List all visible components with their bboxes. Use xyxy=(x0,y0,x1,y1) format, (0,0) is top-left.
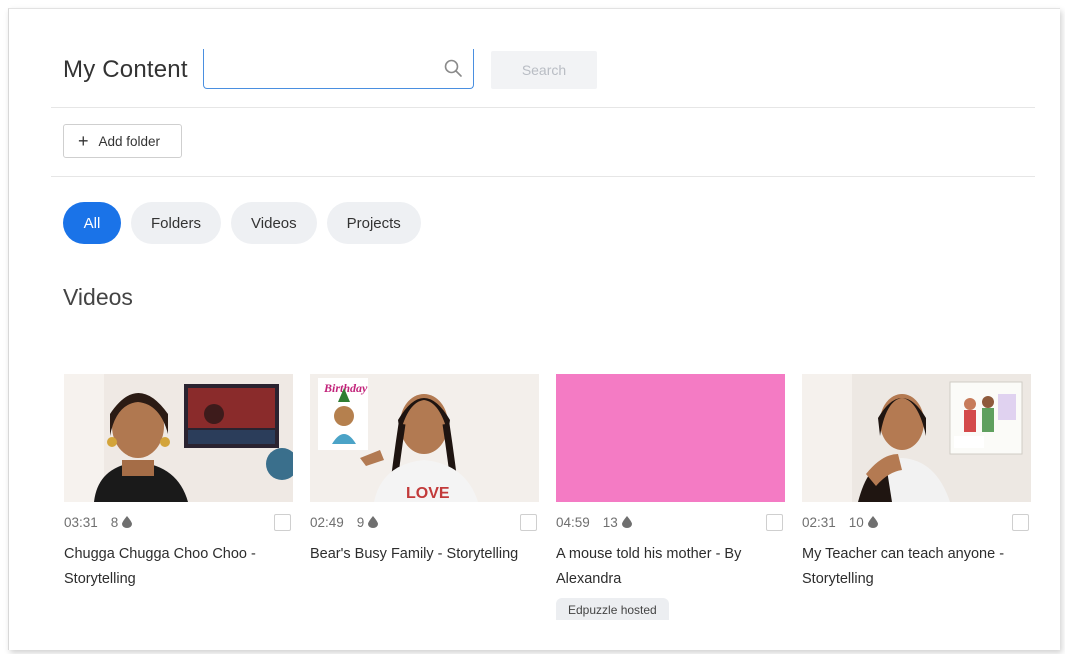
search-button[interactable]: Search xyxy=(491,51,597,89)
video-thumbnail[interactable] xyxy=(556,374,785,502)
question-drop-icon xyxy=(867,516,878,528)
video-title[interactable]: Bear's Busy Family - Storytelling xyxy=(310,542,539,567)
thumbnail-image-storyteller xyxy=(802,374,1031,502)
video-card[interactable]: 04:59 13 A mouse told his mother - By Al… xyxy=(556,374,785,620)
thumbnail-image-storyteller: Birthday LOVE xyxy=(310,374,539,502)
question-count: 13 xyxy=(603,515,632,530)
select-checkbox[interactable] xyxy=(520,514,537,531)
video-thumbnail[interactable] xyxy=(64,374,293,502)
question-drop-icon xyxy=(122,516,133,528)
edpuzzle-hosted-badge: Edpuzzle hosted xyxy=(556,598,669,620)
header-divider xyxy=(51,107,1035,108)
search-input[interactable] xyxy=(204,49,434,87)
video-duration: 03:31 xyxy=(64,514,98,530)
add-folder-button[interactable]: + Add folder xyxy=(63,124,182,158)
video-meta: 02:31 10 xyxy=(802,502,1031,542)
video-meta: 03:31 8 xyxy=(64,502,293,542)
search-icon[interactable] xyxy=(443,58,463,78)
add-folder-label: Add folder xyxy=(98,133,161,149)
video-card[interactable]: 02:31 10 My Teacher can teach anyone - S… xyxy=(802,374,1031,620)
video-thumbnail[interactable] xyxy=(802,374,1031,502)
filter-folders[interactable]: Folders xyxy=(131,202,222,244)
video-title[interactable]: A mouse told his mother - By Alexandra xyxy=(556,542,785,592)
select-checkbox[interactable] xyxy=(766,514,783,531)
select-checkbox[interactable] xyxy=(274,514,291,531)
video-meta: 04:59 13 xyxy=(556,502,785,542)
filter-projects[interactable]: Projects xyxy=(326,202,421,244)
video-duration: 04:59 xyxy=(556,514,590,530)
question-drop-icon xyxy=(621,516,632,528)
video-title[interactable]: My Teacher can teach anyone - Storytelli… xyxy=(802,542,1031,592)
select-checkbox[interactable] xyxy=(1012,514,1029,531)
question-count: 8 xyxy=(111,515,133,530)
question-count-value: 13 xyxy=(602,514,618,530)
video-card[interactable]: Birthday LOVE 02:49 9 Bear's Busy Family… xyxy=(310,374,539,620)
question-count: 10 xyxy=(849,515,878,530)
question-count-value: 8 xyxy=(110,514,119,530)
thumbnail-image-storyteller xyxy=(64,374,293,502)
video-duration: 02:31 xyxy=(802,514,836,530)
question-drop-icon xyxy=(368,516,379,528)
question-count-value: 9 xyxy=(356,514,365,530)
question-count: 9 xyxy=(357,515,379,530)
header: My Content Search xyxy=(51,49,1035,107)
video-duration: 02:49 xyxy=(310,514,344,530)
video-thumbnail[interactable]: Birthday LOVE xyxy=(310,374,539,502)
filter-all[interactable]: All xyxy=(63,202,121,244)
plus-icon: + xyxy=(78,131,89,151)
filter-videos[interactable]: Videos xyxy=(231,202,317,244)
content-window: My Content Search + Add folder All Folde… xyxy=(8,8,1060,650)
section-title-videos: Videos xyxy=(63,284,133,310)
toolbar-divider xyxy=(51,176,1035,177)
video-grid: 03:31 8 Chugga Chugga Choo Choo - Storyt… xyxy=(64,374,1031,620)
search-box[interactable] xyxy=(203,49,474,89)
video-card[interactable]: 03:31 8 Chugga Chugga Choo Choo - Storyt… xyxy=(64,374,293,620)
shirt-love-text: LOVE xyxy=(406,485,450,502)
filter-tabs: All Folders Videos Projects xyxy=(63,202,421,244)
page-title: My Content xyxy=(63,56,188,83)
video-title[interactable]: Chugga Chugga Choo Choo - Storytelling xyxy=(64,542,293,592)
question-count-value: 10 xyxy=(848,514,864,530)
video-meta: 02:49 9 xyxy=(310,502,539,542)
